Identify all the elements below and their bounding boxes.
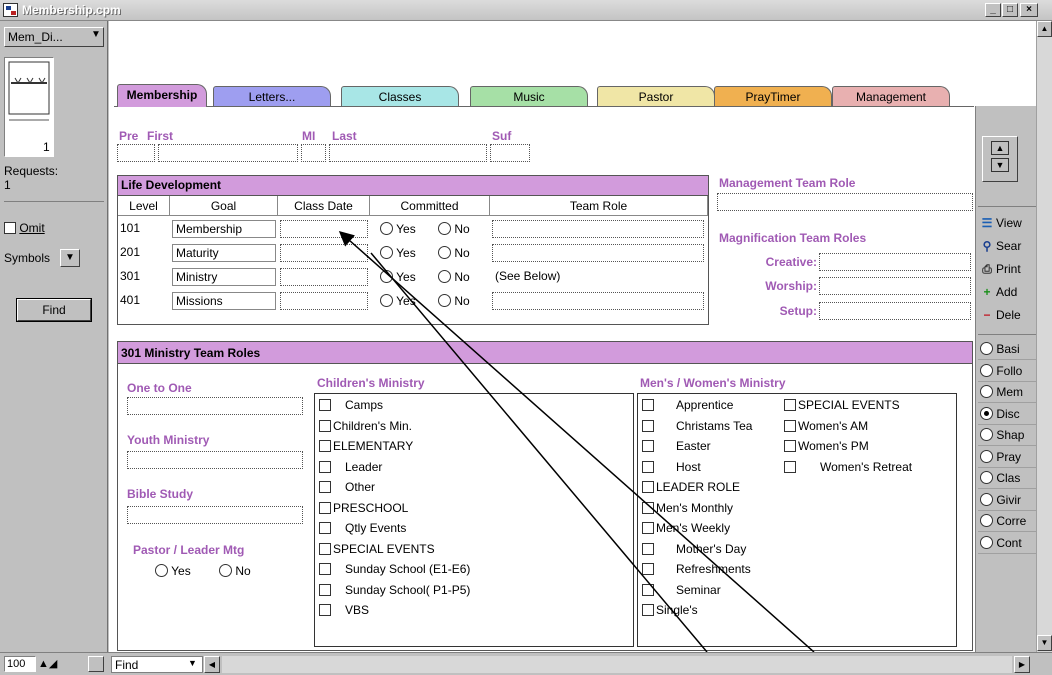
symbols-dropdown[interactable]: ▼ (60, 249, 80, 267)
chevron-down-icon: ▼ (91, 29, 101, 40)
app-icon (3, 3, 18, 17)
close-button[interactable]: × (1020, 3, 1038, 17)
tab-membership[interactable]: Membership (117, 84, 207, 107)
window-title: Membership.cpm (22, 3, 121, 17)
scroll-down-icon[interactable]: ▼ (1037, 635, 1052, 651)
status-toggle-icon[interactable] (88, 656, 104, 672)
requests-label: Requests: (4, 164, 59, 178)
record-book[interactable]: 1 (4, 57, 54, 157)
minimize-button[interactable]: _ (985, 3, 1001, 17)
find-button[interactable]: Find (17, 299, 91, 321)
layout-select[interactable]: Mem_Di... ▼ (4, 27, 104, 47)
horizontal-scrollbar[interactable] (222, 656, 1012, 673)
chevron-down-icon: ▼ (188, 658, 197, 668)
zoom-level[interactable]: 100 (4, 656, 36, 672)
status-panel: Mem_Di... ▼ 1 Requests: 1 Omit Symbols ▼… (0, 21, 108, 652)
scroll-left-icon[interactable]: ◀ (204, 656, 220, 673)
title-bar[interactable]: Membership.cpm _ □ × (0, 0, 1052, 21)
arrow-line (338, 231, 815, 652)
scroll-up-icon[interactable]: ▲ (1037, 21, 1052, 37)
symbols-label: Symbols (4, 251, 51, 265)
requests-value: 1 (4, 178, 11, 192)
mode-select[interactable]: Find ▼ (111, 656, 203, 673)
mode-value: Find (115, 658, 139, 672)
annotation-arrows (338, 231, 815, 652)
vertical-scrollbar[interactable]: ▲ ▼ (1036, 21, 1052, 652)
zoom-icon[interactable]: ▲◢ (38, 657, 57, 670)
layout-content: Membership Letters... Classes Music Pastor Pr… (109, 21, 1036, 652)
maximize-button[interactable]: □ (1002, 3, 1018, 17)
omit-checkbox[interactable]: Omit (4, 221, 45, 235)
chevron-down-icon: ▼ (65, 252, 75, 263)
status-bar: 100 ▲◢ Find ▼ ◀ ▶ (0, 652, 1052, 675)
divider (4, 201, 104, 202)
omit-label: Omit (19, 221, 45, 235)
scroll-right-icon[interactable]: ▶ (1014, 656, 1030, 673)
layout-select-value: Mem_Di... (8, 30, 63, 44)
arrow-line (370, 252, 708, 652)
record-number: 1 (43, 140, 50, 154)
